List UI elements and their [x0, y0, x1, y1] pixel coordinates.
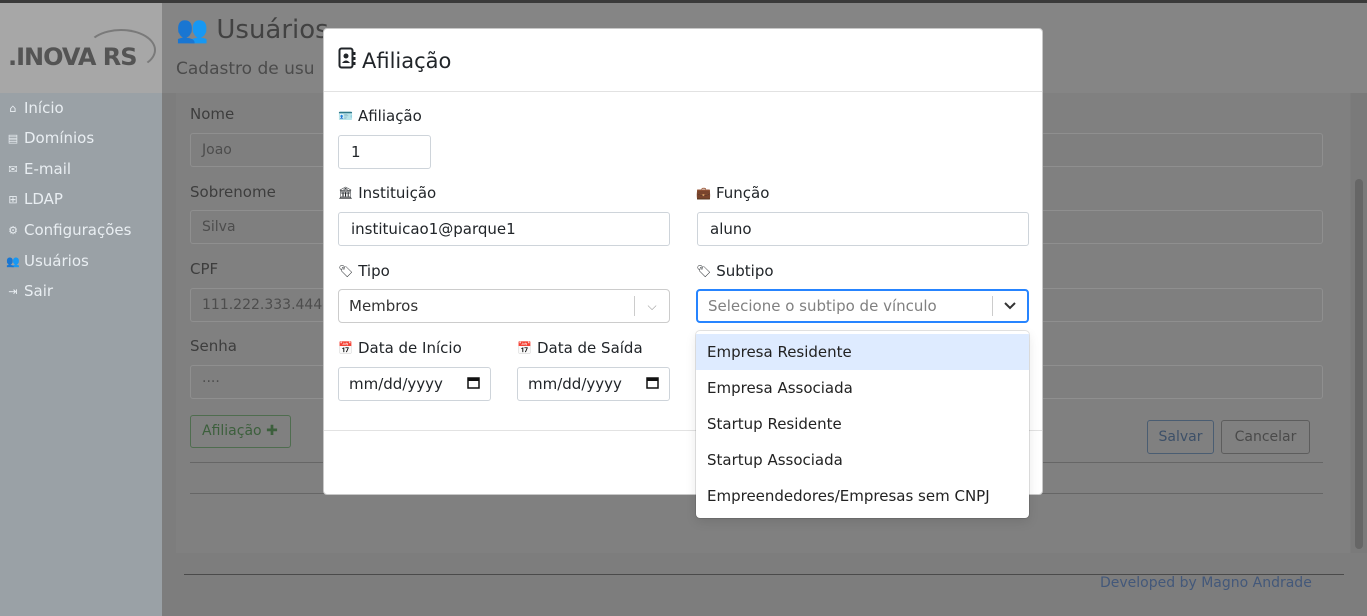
instituicao-label-text: Instituição: [358, 184, 437, 202]
id-card-icon: 🪪: [338, 109, 353, 123]
sidebar-item-usuarios[interactable]: 👥 Usuários: [6, 252, 89, 270]
subtipo-dropdown-menu: Empresa Residente Empresa Associada Star…: [696, 331, 1029, 518]
plus-icon: ✚: [266, 423, 278, 439]
calendar-icon[interactable]: [646, 375, 659, 393]
sidebar-item-label: Domínios: [24, 129, 95, 147]
afiliacao-add-button[interactable]: Afiliação ✚: [190, 415, 291, 448]
page-title: 👥 Usuários: [176, 15, 329, 45]
page-subtitle: Cadastro de usu: [176, 59, 315, 79]
subtipo-select[interactable]: Selecione o subtipo de vínculo: [696, 289, 1029, 323]
subtipo-select-placeholder: Selecione o subtipo de vínculo: [708, 297, 937, 315]
sidebar-item-sair[interactable]: ⇥ Sair: [6, 282, 53, 300]
save-button[interactable]: Salvar: [1147, 420, 1214, 454]
sidebar-item-label: Usuários: [24, 252, 89, 270]
scrollbar[interactable]: [1351, 93, 1367, 553]
institution-icon: 🏛: [338, 186, 354, 200]
instituicao-field[interactable]: instituicao1@parque1: [338, 212, 670, 246]
tags-icon: 🏷: [696, 264, 712, 278]
funcao-label: 💼 Função: [696, 184, 769, 202]
home-icon: ⌂: [9, 101, 17, 115]
tipo-label-text: Tipo: [358, 262, 390, 280]
sidebar-item-ldap[interactable]: ⊞ LDAP: [6, 190, 63, 208]
tipo-label: 🏷 Tipo: [338, 262, 390, 280]
modal-title-text: Afiliação: [362, 48, 452, 73]
afiliacao-label-text: Afiliação: [357, 107, 422, 125]
chevron-down-icon[interactable]: ⌵: [635, 299, 669, 314]
sidebar-item-label: Sair: [24, 282, 54, 300]
subtipo-option[interactable]: Empresa Associada: [696, 370, 1029, 406]
logo-swirl: [86, 29, 156, 71]
subtipo-option[interactable]: Startup Associada: [696, 442, 1029, 478]
tipo-select[interactable]: Membros ⌵: [338, 289, 670, 323]
sidebar-item-label: E-mail: [24, 160, 72, 178]
chevron-down-icon[interactable]: [993, 299, 1027, 313]
calendar-icon[interactable]: [467, 375, 480, 393]
tag-icon: 🏷: [338, 264, 354, 278]
afiliacao-label: 🪪 Afiliação: [338, 107, 422, 125]
subtipo-label: 🏷 Subtipo: [696, 262, 774, 280]
tipo-select-value: Membros: [349, 297, 419, 315]
cancel-button[interactable]: Cancelar: [1221, 420, 1310, 454]
briefcase-icon: 💼: [696, 186, 711, 200]
sidebar-item-inicio[interactable]: ⌂ Início: [6, 99, 64, 117]
sitemap-icon: ⊞: [8, 192, 18, 206]
sidebar-item-label: Configurações: [24, 221, 132, 239]
modal-title: Afiliação: [338, 47, 451, 74]
modal-header: Afiliação: [324, 29, 1042, 92]
subtipo-option[interactable]: Empreendedores/Empresas sem CNPJ: [696, 478, 1029, 514]
sobrenome-label: Sobrenome: [190, 183, 276, 201]
data-saida-label: 📅 Data de Saída: [517, 339, 643, 357]
logo: .INOVA RS: [8, 29, 156, 71]
sidebar: .INOVA RS ⌂ Início ▤ Domínios ✉ E-mail ⊞…: [0, 3, 162, 616]
subtipo-option[interactable]: Empresa Residente: [696, 334, 1029, 370]
funcao-label-text: Função: [715, 184, 770, 202]
data-inicio-value: mm/dd/yyyy: [349, 375, 443, 393]
sidebar-item-label: Início: [24, 99, 64, 117]
data-saida-value: mm/dd/yyyy: [528, 375, 622, 393]
data-saida-field[interactable]: mm/dd/yyyy: [517, 367, 670, 401]
gears-icon: ⚙: [8, 223, 18, 237]
sidebar-item-dominios[interactable]: ▤ Domínios: [6, 129, 94, 147]
funcao-field[interactable]: aluno: [697, 212, 1029, 246]
nome-label: Nome: [190, 105, 235, 123]
page-title-text: Usuários: [216, 15, 329, 45]
sidebar-item-label: LDAP: [24, 190, 63, 208]
data-saida-label-text: Data de Saída: [536, 339, 643, 357]
cpf-label: CPF: [190, 260, 219, 278]
sidebar-item-configuracoes[interactable]: ⚙ Configurações: [6, 221, 131, 239]
data-inicio-field[interactable]: mm/dd/yyyy: [338, 367, 491, 401]
subtipo-option[interactable]: Startup Residente: [696, 406, 1029, 442]
calendar-x-icon: 📅: [517, 341, 532, 355]
envelope-icon: ✉: [8, 162, 18, 176]
address-book-icon: [338, 47, 356, 74]
logo-area: .INOVA RS: [0, 3, 162, 93]
sidebar-item-email[interactable]: ✉ E-mail: [6, 160, 71, 178]
footer-credit: Developed by Magno Andrade: [1100, 575, 1312, 591]
calendar-check-icon: 📅: [338, 341, 353, 355]
afiliacao-number-field[interactable]: 1: [338, 135, 431, 169]
data-inicio-label-text: Data de Início: [357, 339, 462, 357]
data-inicio-label: 📅 Data de Início: [338, 339, 462, 357]
book-icon: ▤: [7, 131, 19, 145]
scrollbar-thumb[interactable]: [1355, 179, 1363, 549]
sign-out-icon: ⇥: [8, 284, 18, 298]
senha-label: Senha: [190, 337, 237, 355]
afiliacao-button-label: Afiliação: [202, 423, 262, 439]
subtipo-label-text: Subtipo: [716, 262, 774, 280]
users-icon: 👥: [176, 15, 209, 45]
users-icon: 👥: [6, 254, 20, 268]
instituicao-label: 🏛 Instituição: [338, 184, 436, 202]
